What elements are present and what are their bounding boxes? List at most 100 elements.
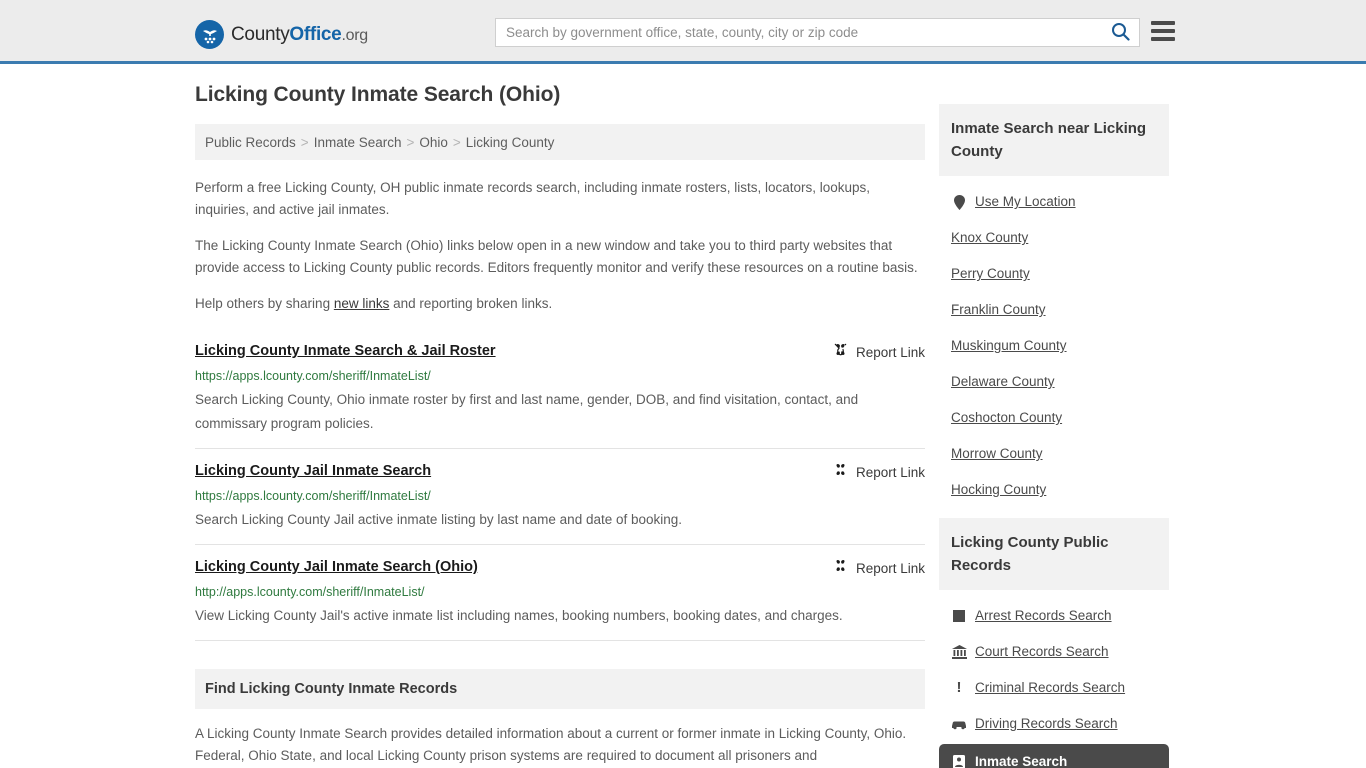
- nearby-county-list: Use My Location Knox County Perry County…: [939, 176, 1169, 508]
- report-link-label: Report Link: [855, 560, 925, 576]
- hamburger-bar-1: [1151, 21, 1175, 25]
- report-link-button[interactable]: Report Link: [833, 341, 925, 362]
- result-title-link[interactable]: Licking County Jail Inmate Search (Ohio): [195, 557, 478, 577]
- report-link-label: Report Link: [855, 344, 925, 360]
- logo-text-office: Office: [289, 23, 342, 45]
- main-content: Licking County Inmate Search (Ohio) Publ…: [195, 83, 925, 767]
- result-header: Licking County Jail Inmate Search Report…: [195, 461, 925, 482]
- report-link-button[interactable]: Report Link: [833, 557, 925, 578]
- sidebar-item-knox-county[interactable]: Knox County: [939, 220, 1169, 256]
- sidebar-item-franklin-county[interactable]: Franklin County: [939, 292, 1169, 328]
- find-records-heading: Find Licking County Inmate Records: [195, 669, 925, 709]
- site-logo[interactable]: CountyOffice.org: [195, 20, 368, 49]
- public-records-heading: Licking County Public Records: [939, 518, 1169, 590]
- sidebar-item-label: Court Records Search: [975, 644, 1109, 659]
- car-icon: [951, 716, 967, 732]
- logo-text-county: County: [231, 23, 290, 45]
- sidebar-item-hocking-county[interactable]: Hocking County: [939, 472, 1169, 508]
- result-item: Licking County Jail Inmate Search Report…: [195, 449, 925, 545]
- breadcrumb-separator: >: [406, 134, 415, 150]
- find-records-body: A Licking County Inmate Search provides …: [195, 723, 925, 767]
- search-input[interactable]: [496, 19, 1101, 46]
- exclamation-icon: !: [956, 679, 962, 696]
- hamburger-menu-icon[interactable]: [1151, 21, 1175, 41]
- sidebar: Inmate Search near Licking County Use My…: [939, 104, 1169, 768]
- result-url: http://apps.lcounty.com/sheriff/InmateLi…: [195, 585, 425, 599]
- breadcrumb-item-ohio[interactable]: Ohio: [419, 135, 448, 150]
- sidebar-item-label: Driving Records Search: [975, 716, 1118, 731]
- result-url: https://apps.lcounty.com/sheriff/InmateL…: [195, 369, 431, 383]
- sidebar-item-perry-county[interactable]: Perry County: [939, 256, 1169, 292]
- broken-link-icon: [833, 342, 848, 362]
- sidebar-item-criminal-records-search[interactable]: ! Criminal Records Search: [939, 670, 1169, 706]
- sidebar-item-label: Inmate Search: [975, 754, 1068, 768]
- result-title-link[interactable]: Licking County Jail Inmate Search: [195, 461, 431, 481]
- eagle-shield-logo-icon: [195, 20, 224, 49]
- site-header: CountyOffice.org: [0, 0, 1366, 64]
- inmate-search-near-panel: Inmate Search near Licking County Use My…: [939, 104, 1169, 508]
- result-title-link[interactable]: Licking County Inmate Search & Jail Rost…: [195, 341, 496, 361]
- sidebar-item-label: Criminal Records Search: [975, 680, 1126, 695]
- fingerprint-icon: [951, 608, 967, 624]
- hamburger-bar-2: [1151, 29, 1175, 33]
- site-logo-text: CountyOffice.org: [231, 24, 368, 46]
- intro-paragraph-1: Perform a free Licking County, OH public…: [195, 180, 871, 217]
- broken-link-icon: [833, 558, 848, 578]
- sidebar-item-label: Morrow County: [951, 446, 1043, 461]
- result-description: Search Licking County, Ohio inmate roste…: [195, 392, 859, 431]
- sidebar-item-label: Hocking County: [951, 482, 1047, 497]
- search-icon: [1111, 22, 1130, 44]
- sidebar-item-use-my-location[interactable]: Use My Location: [939, 184, 1169, 220]
- result-description: View Licking County Jail's active inmate…: [195, 608, 843, 623]
- result-item: Licking County Inmate Search & Jail Rost…: [195, 329, 925, 449]
- report-link-label: Report Link: [855, 464, 925, 480]
- intro-paragraph-2: The Licking County Inmate Search (Ohio) …: [195, 238, 918, 275]
- result-item: Licking County Jail Inmate Search (Ohio)…: [195, 545, 925, 641]
- public-records-panel: Licking County Public Records Arrest Rec…: [939, 518, 1169, 768]
- breadcrumb-separator: >: [452, 134, 461, 150]
- inmate-search-near-heading: Inmate Search near Licking County: [939, 104, 1169, 176]
- sidebar-item-court-records-search[interactable]: Court Records Search: [939, 634, 1169, 670]
- logo-text-org: .org: [341, 26, 368, 44]
- id-card-icon: [951, 754, 967, 768]
- sidebar-item-label: Muskingum County: [951, 338, 1067, 353]
- sidebar-item-driving-records-search[interactable]: Driving Records Search: [939, 706, 1169, 742]
- sidebar-item-label: Coshocton County: [951, 410, 1063, 425]
- hamburger-bar-3: [1151, 37, 1175, 41]
- breadcrumb-item-public-records[interactable]: Public Records: [205, 135, 296, 150]
- sidebar-item-morrow-county[interactable]: Morrow County: [939, 436, 1169, 472]
- report-link-button[interactable]: Report Link: [833, 461, 925, 482]
- intro-text: Perform a free Licking County, OH public…: [195, 177, 925, 315]
- find-records-paragraph: A Licking County Inmate Search provides …: [195, 726, 907, 763]
- map-pin-icon: [951, 194, 967, 210]
- intro-p3-before: Help others by sharing: [195, 296, 334, 311]
- result-url: https://apps.lcounty.com/sheriff/InmateL…: [195, 489, 431, 503]
- sidebar-item-label: Arrest Records Search: [975, 608, 1112, 623]
- result-header: Licking County Jail Inmate Search (Ohio)…: [195, 557, 925, 578]
- broken-link-icon: [833, 462, 848, 482]
- sidebar-item-inmate-search[interactable]: Inmate Search: [939, 744, 1169, 768]
- sidebar-item-delaware-county[interactable]: Delaware County: [939, 364, 1169, 400]
- sidebar-item-muskingum-county[interactable]: Muskingum County: [939, 328, 1169, 364]
- courthouse-icon: [951, 644, 967, 660]
- sidebar-item-label: Delaware County: [951, 374, 1055, 389]
- breadcrumb: Public Records > Inmate Search > Ohio > …: [195, 124, 925, 160]
- page-title: Licking County Inmate Search (Ohio): [195, 83, 561, 106]
- intro-paragraph-3: Help others by sharing new links and rep…: [195, 293, 925, 315]
- sidebar-item-coshocton-county[interactable]: Coshocton County: [939, 400, 1169, 436]
- breadcrumb-separator: >: [300, 134, 309, 150]
- result-description: Search Licking County Jail active inmate…: [195, 512, 683, 527]
- sidebar-item-label: Perry County: [951, 266, 1030, 281]
- intro-p3-after: and reporting broken links.: [389, 296, 553, 311]
- sidebar-item-arrest-records-search[interactable]: Arrest Records Search: [939, 598, 1169, 634]
- sidebar-item-label: Franklin County: [951, 302, 1046, 317]
- result-header: Licking County Inmate Search & Jail Rost…: [195, 341, 925, 362]
- sidebar-item-label: Use My Location: [975, 194, 1076, 209]
- breadcrumb-item-inmate-search[interactable]: Inmate Search: [314, 135, 402, 150]
- breadcrumb-item-licking-county: Licking County: [465, 134, 555, 150]
- search-bar[interactable]: [495, 18, 1140, 47]
- new-links-link[interactable]: new links: [334, 296, 390, 311]
- search-button[interactable]: [1101, 19, 1139, 46]
- public-records-list: Arrest Records Search Court Records Sear…: [939, 590, 1169, 768]
- sidebar-item-label: Knox County: [951, 230, 1029, 245]
